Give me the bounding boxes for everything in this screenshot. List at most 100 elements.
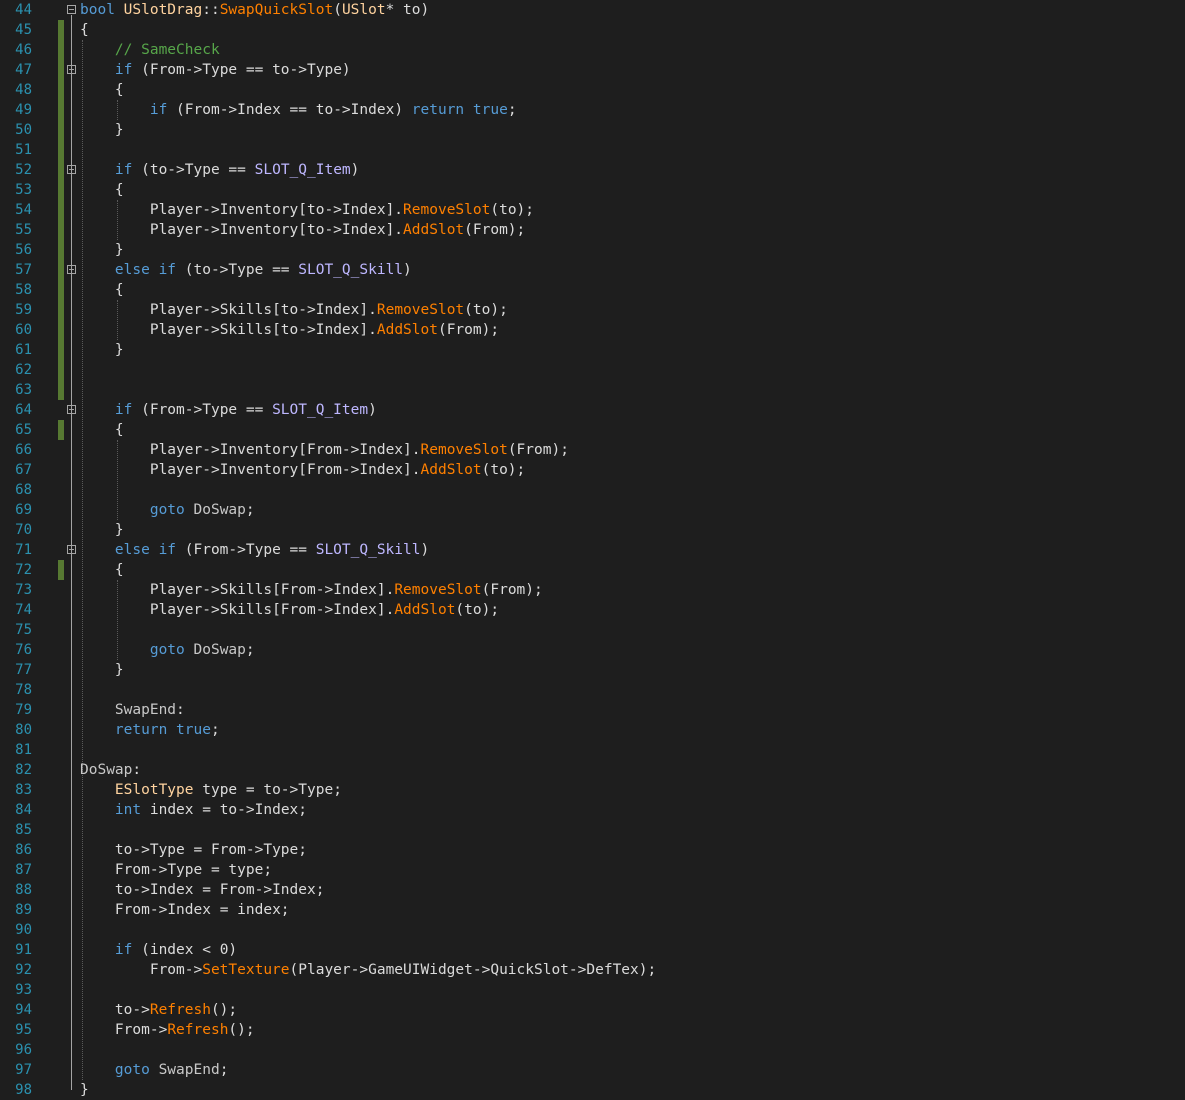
change-indicator-bar [58, 140, 64, 160]
code-line[interactable]: 61 } [0, 340, 1185, 360]
code-line[interactable]: 81 [0, 740, 1185, 760]
code-text: { [80, 420, 124, 440]
line-number: 53 [15, 182, 32, 198]
code-token: ; [315, 882, 325, 898]
line-number: 68 [15, 482, 32, 498]
code-line[interactable]: 45 { [0, 20, 1185, 40]
code-line[interactable]: 94 to->Refresh(); [0, 1000, 1185, 1020]
code-line[interactable]: 73 Player->Skills[From->Index].RemoveSlo… [0, 580, 1185, 600]
code-token: ; [245, 642, 255, 658]
code-line[interactable]: 69 goto DoSwap; [0, 500, 1185, 520]
code-editor[interactable]: 44 bool USlotDrag::SwapQuickSlot(USlot* t… [0, 0, 1185, 1099]
code-line[interactable]: 76 goto DoSwap; [0, 640, 1185, 660]
code-line[interactable]: 90 [0, 920, 1185, 940]
line-number: 96 [15, 1042, 32, 1058]
code-text: } [80, 340, 124, 360]
code-line[interactable]: 60 Player->Skills[to->Index].AddSlot(Fro… [0, 320, 1185, 340]
code-text: From->Type = type; [80, 860, 272, 880]
code-line[interactable]: 87 From->Type = type; [0, 860, 1185, 880]
line-number: 93 [15, 982, 32, 998]
code-token: [From-> [298, 462, 360, 478]
code-line[interactable]: 64 if (From->Type == SLOT_Q_Item) [0, 400, 1185, 420]
code-line[interactable]: 82 DoSwap: [0, 760, 1185, 780]
code-line[interactable]: 77 } [0, 660, 1185, 680]
collapse-icon[interactable] [67, 405, 76, 414]
code-line[interactable]: 51 [0, 140, 1185, 160]
code-line[interactable]: 57 else if (to->Type == SLOT_Q_Skill) [0, 260, 1185, 280]
collapse-icon[interactable] [67, 165, 76, 174]
code-line[interactable]: 83 ESlotType type = to->Type; [0, 780, 1185, 800]
code-line[interactable]: 88 to->Index = From->Index; [0, 880, 1185, 900]
code-line[interactable]: 98} [0, 1080, 1185, 1100]
code-token: (From-> [167, 102, 238, 118]
code-line[interactable]: 46 // SameCheck [0, 40, 1185, 60]
code-line[interactable]: 58 { [0, 280, 1185, 300]
code-line[interactable]: 48 { [0, 80, 1185, 100]
code-line[interactable]: 55 Player->Inventory[to->Index].AddSlot(… [0, 220, 1185, 240]
code-token: ) [403, 262, 412, 278]
code-text: if (From->Type == SLOT_Q_Item) [80, 400, 377, 420]
line-number: 77 [15, 662, 32, 678]
line-number: 72 [15, 562, 32, 578]
code-line[interactable]: 78 [0, 680, 1185, 700]
code-token: From-> [80, 862, 168, 878]
code-line[interactable]: 75 [0, 620, 1185, 640]
code-line[interactable]: 79 SwapEnd: [0, 700, 1185, 720]
line-number: 49 [15, 102, 32, 118]
collapse-icon[interactable] [67, 265, 76, 274]
code-line[interactable]: 67 Player->Inventory[From->Index].AddSlo… [0, 460, 1185, 480]
change-indicator-bar [58, 100, 64, 120]
code-line[interactable]: 62 [0, 360, 1185, 380]
code-token: -> [568, 962, 587, 978]
code-token: ]. [376, 582, 395, 598]
collapse-icon[interactable] [67, 65, 76, 74]
code-text: if (to->Type == SLOT_Q_Item) [80, 160, 359, 180]
keyword-token: if [114, 942, 133, 958]
collapse-icon[interactable] [67, 5, 76, 14]
code-line[interactable]: 54 Player->Inventory[to->Index].RemoveSl… [0, 200, 1185, 220]
code-token: ; [245, 502, 255, 518]
member-token: Inventory [219, 222, 299, 238]
code-line[interactable]: 59 Player->Skills[to->Index].RemoveSlot(… [0, 300, 1185, 320]
code-line[interactable]: 97 goto SwapEnd; [0, 1060, 1185, 1080]
code-line[interactable]: 68 [0, 480, 1185, 500]
code-line[interactable]: 91 if (index < 0) [0, 940, 1185, 960]
code-line[interactable]: 96 [0, 1040, 1185, 1060]
change-indicator-bar [58, 340, 64, 360]
change-indicator-bar [58, 420, 64, 440]
code-line[interactable]: 80 return true; [0, 720, 1185, 740]
code-token: (to); [455, 602, 500, 618]
code-line[interactable]: 93 [0, 980, 1185, 1000]
code-line[interactable]: 44 bool USlotDrag::SwapQuickSlot(USlot* t… [0, 0, 1185, 20]
code-line[interactable]: 53 { [0, 180, 1185, 200]
member-token: Type [184, 162, 220, 178]
keyword-token: goto [114, 1062, 150, 1078]
code-token: ]. [359, 302, 377, 318]
code-line[interactable]: 84 int index = to->Index; [0, 800, 1185, 820]
code-line[interactable]: 63 [0, 380, 1185, 400]
code-line[interactable]: 72 { [0, 560, 1185, 580]
code-line[interactable]: 70 } [0, 520, 1185, 540]
code-line[interactable]: 92 From->SetTexture(Player->GameUIWidget… [0, 960, 1185, 980]
code-line[interactable]: 56 } [0, 240, 1185, 260]
code-line[interactable]: 47 if (From->Type == to->Type) [0, 60, 1185, 80]
code-line[interactable]: 71 else if (From->Type == SLOT_Q_Skill) [0, 540, 1185, 560]
collapse-icon[interactable] [67, 545, 76, 554]
code-line[interactable]: 85 [0, 820, 1185, 840]
code-line[interactable]: 74 Player->Skills[From->Index].AddSlot(t… [0, 600, 1185, 620]
code-line[interactable]: 89 From->Index = index; [0, 900, 1185, 920]
line-number: 64 [15, 402, 32, 418]
code-line[interactable]: 86 to->Type = From->Type; [0, 840, 1185, 860]
member-token: Index [167, 902, 211, 918]
code-line[interactable]: 65 { [0, 420, 1185, 440]
code-line[interactable]: 50 } [0, 120, 1185, 140]
function-token: RemoveSlot [394, 582, 482, 598]
code-line[interactable]: 66 Player->Inventory[From->Index].Remove… [0, 440, 1185, 460]
code-line[interactable]: 49 if (From->Index == to->Index) return … [0, 100, 1185, 120]
code-line[interactable]: 52 if (to->Type == SLOT_Q_Item) [0, 160, 1185, 180]
line-number: 60 [15, 322, 32, 338]
code-line[interactable]: 95 From->Refresh(); [0, 1020, 1185, 1040]
